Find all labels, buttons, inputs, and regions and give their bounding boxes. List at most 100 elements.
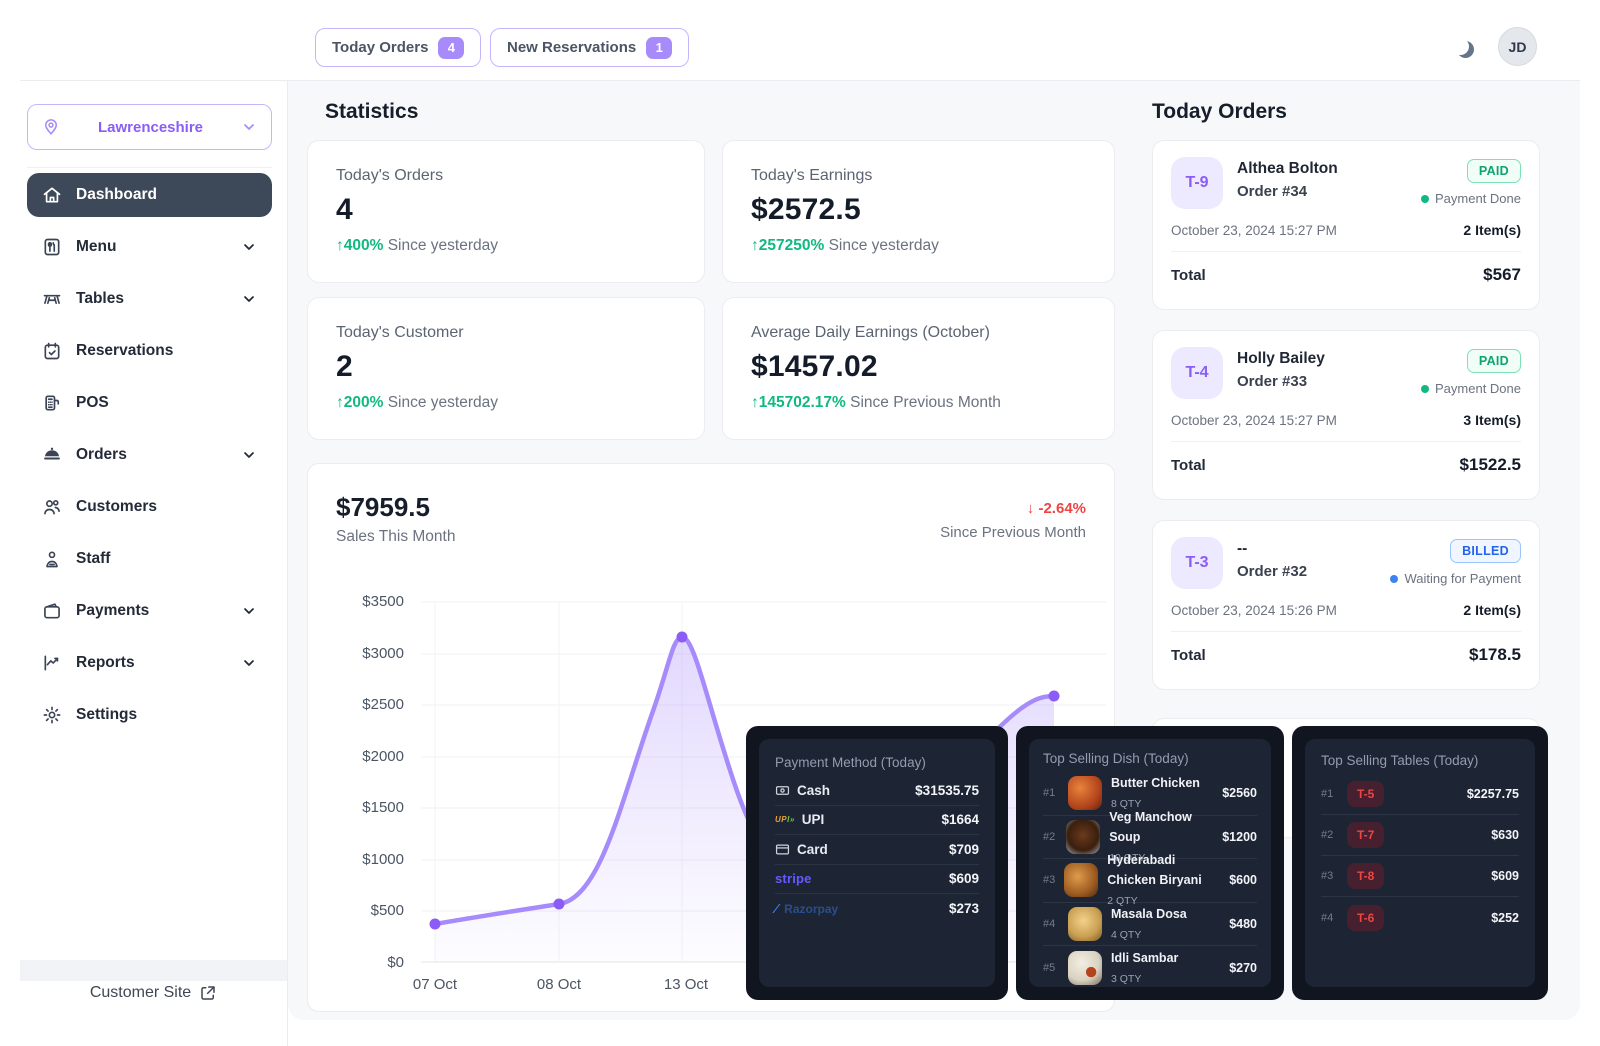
staff-icon <box>42 549 62 569</box>
chevron-down-icon <box>241 239 257 255</box>
rank-label: #3 <box>1321 870 1337 882</box>
stat-value: $2572.5 <box>751 193 1086 227</box>
sidebar-item-staff[interactable]: Staff <box>27 537 272 581</box>
status-badge: PAID <box>1467 159 1521 183</box>
chevron-down-icon <box>241 291 257 307</box>
avatar[interactable]: JD <box>1498 27 1537 66</box>
sidebar-item-pos[interactable]: POS <box>27 381 272 425</box>
statistics-heading: Statistics <box>325 100 418 124</box>
green-dot-icon <box>1421 385 1429 393</box>
sidebar-item-label: Settings <box>76 706 257 724</box>
sidebar-item-orders[interactable]: Orders <box>27 433 272 477</box>
down-arrow-icon: ↓ <box>1027 500 1035 517</box>
sidebar-item-customers[interactable]: Customers <box>27 485 272 529</box>
y-tick: $1500 <box>362 798 404 818</box>
razorpay-logo: ⁄ <box>775 901 777 916</box>
payment-row: stripe $609 <box>775 865 979 895</box>
status-note: Waiting for Payment <box>1390 571 1521 586</box>
dish-amount: $480 <box>1229 917 1257 931</box>
total-value: $1522.5 <box>1460 455 1521 475</box>
order-datetime: October 23, 2024 15:26 PM <box>1171 603 1337 618</box>
sidebar-item-label: Payments <box>76 602 227 620</box>
moon-icon <box>1457 41 1474 58</box>
sidebar-item-label: Staff <box>76 550 257 568</box>
order-items: 2 Item(s) <box>1463 222 1521 238</box>
order-card[interactable]: T-3 -- Order #32 BILLED Waiting for Paym… <box>1152 520 1540 690</box>
today-orders-button[interactable]: Today Orders 4 <box>315 28 481 67</box>
payment-row: Card $709 <box>775 835 979 865</box>
sidebar-item-payments[interactable]: Payments <box>27 589 272 633</box>
table-rank-row: #4 T-6 $252 <box>1321 897 1519 938</box>
table-icon <box>42 289 62 309</box>
sidebar-item-label: Menu <box>76 238 227 256</box>
top-bar: Today Orders 4 New Reservations 1 JD <box>20 0 1580 81</box>
sidebar-item-reports[interactable]: Reports <box>27 641 272 685</box>
stat-card-todays-orders: Today's Orders 4 ↑400% Since yesterday <box>307 140 705 283</box>
sidebar-item-label: POS <box>76 394 257 412</box>
rank-label: #3 <box>1043 874 1055 886</box>
dish-row: #4 Masala Dosa4 QTY $480 <box>1043 903 1257 947</box>
dish-row: #5 Idli Sambar3 QTY $270 <box>1043 946 1257 990</box>
dish-amount: $2560 <box>1222 786 1257 800</box>
customer-name: -- <box>1237 537 1307 558</box>
dark-mode-toggle[interactable] <box>1450 34 1480 64</box>
external-link-icon <box>199 984 217 1002</box>
sales-delta-note: Since Previous Month <box>940 524 1086 541</box>
card-icon <box>775 842 790 857</box>
dish-thumbnail <box>1064 863 1098 897</box>
rank-label: #1 <box>1321 788 1337 800</box>
order-card[interactable]: T-4 Holly Bailey Order #33 PAID Payment … <box>1152 330 1540 500</box>
order-datetime: October 23, 2024 15:27 PM <box>1171 413 1337 428</box>
stat-card-todays-earnings: Today's Earnings $2572.5 ↑257250% Since … <box>722 140 1115 283</box>
stat-label: Today's Earnings <box>751 167 1086 185</box>
y-tick: $1000 <box>362 850 404 870</box>
order-number: Order #34 <box>1237 183 1338 200</box>
sidebar-item-tables[interactable]: Tables <box>27 277 272 321</box>
payment-method-panel: Payment Method (Today) Cash $31535.75 UP… <box>746 726 1008 1000</box>
payment-method-title: Payment Method (Today) <box>775 755 979 770</box>
sidebar-item-settings[interactable]: Settings <box>27 693 272 737</box>
location-selector[interactable]: Lawrenceshire <box>27 104 272 150</box>
customer-name: Holly Bailey <box>1237 347 1325 368</box>
data-point <box>677 632 688 643</box>
payment-row: Cash $31535.75 <box>775 776 979 806</box>
table-amount: $630 <box>1491 828 1519 842</box>
up-arrow-icon: ↑ <box>751 237 759 254</box>
dashboard-page: Today Orders 4 New Reservations 1 JD Law… <box>0 0 1600 1046</box>
customer-site-link[interactable]: Customer Site <box>20 984 287 1002</box>
new-reservations-button[interactable]: New Reservations 1 <box>490 28 689 67</box>
chevron-down-icon <box>241 655 257 671</box>
sidebar-item-reservations[interactable]: Reservations <box>27 329 272 373</box>
chart-y-axis: $3500 $3000 $2500 $2000 $1500 $1000 $500… <box>338 592 404 973</box>
payment-amount: $1664 <box>941 812 979 827</box>
sidebar-item-menu[interactable]: Menu <box>27 225 272 269</box>
sidebar-item-label: Orders <box>76 446 227 464</box>
sidebar-divider <box>27 167 272 168</box>
divider <box>1171 631 1521 632</box>
y-tick: $0 <box>387 953 404 973</box>
y-tick: $2000 <box>362 747 404 767</box>
data-point <box>554 899 565 910</box>
payment-amount: $31535.75 <box>915 783 979 798</box>
table-badge: T-9 <box>1171 157 1223 209</box>
today-orders-button-label: Today Orders <box>332 39 428 56</box>
sidebar-item-dashboard[interactable]: Dashboard <box>27 173 272 217</box>
today-orders-count-badge: 4 <box>438 37 464 59</box>
sales-month-total: $7959.5 <box>336 492 430 523</box>
new-reservations-button-label: New Reservations <box>507 39 636 56</box>
stat-label: Today's Customer <box>336 324 676 342</box>
order-items: 2 Item(s) <box>1463 602 1521 618</box>
dish-qty: 3 QTY <box>1111 973 1141 985</box>
table-badge-red: T-7 <box>1347 822 1384 848</box>
up-arrow-icon: ↑ <box>336 237 344 254</box>
table-amount: $609 <box>1491 869 1519 883</box>
table-rank-row: #1 T-5 $2257.75 <box>1321 774 1519 815</box>
up-arrow-icon: ↑ <box>751 394 759 411</box>
pos-terminal-icon <box>42 393 62 413</box>
wallet-icon <box>42 601 62 621</box>
rank-label: #2 <box>1043 831 1057 843</box>
table-amount: $252 <box>1491 911 1519 925</box>
table-rank-row: #3 T-8 $609 <box>1321 856 1519 897</box>
order-card[interactable]: T-9 Althea Bolton Order #34 PAID Payment… <box>1152 140 1540 310</box>
today-orders-heading: Today Orders <box>1152 100 1287 124</box>
